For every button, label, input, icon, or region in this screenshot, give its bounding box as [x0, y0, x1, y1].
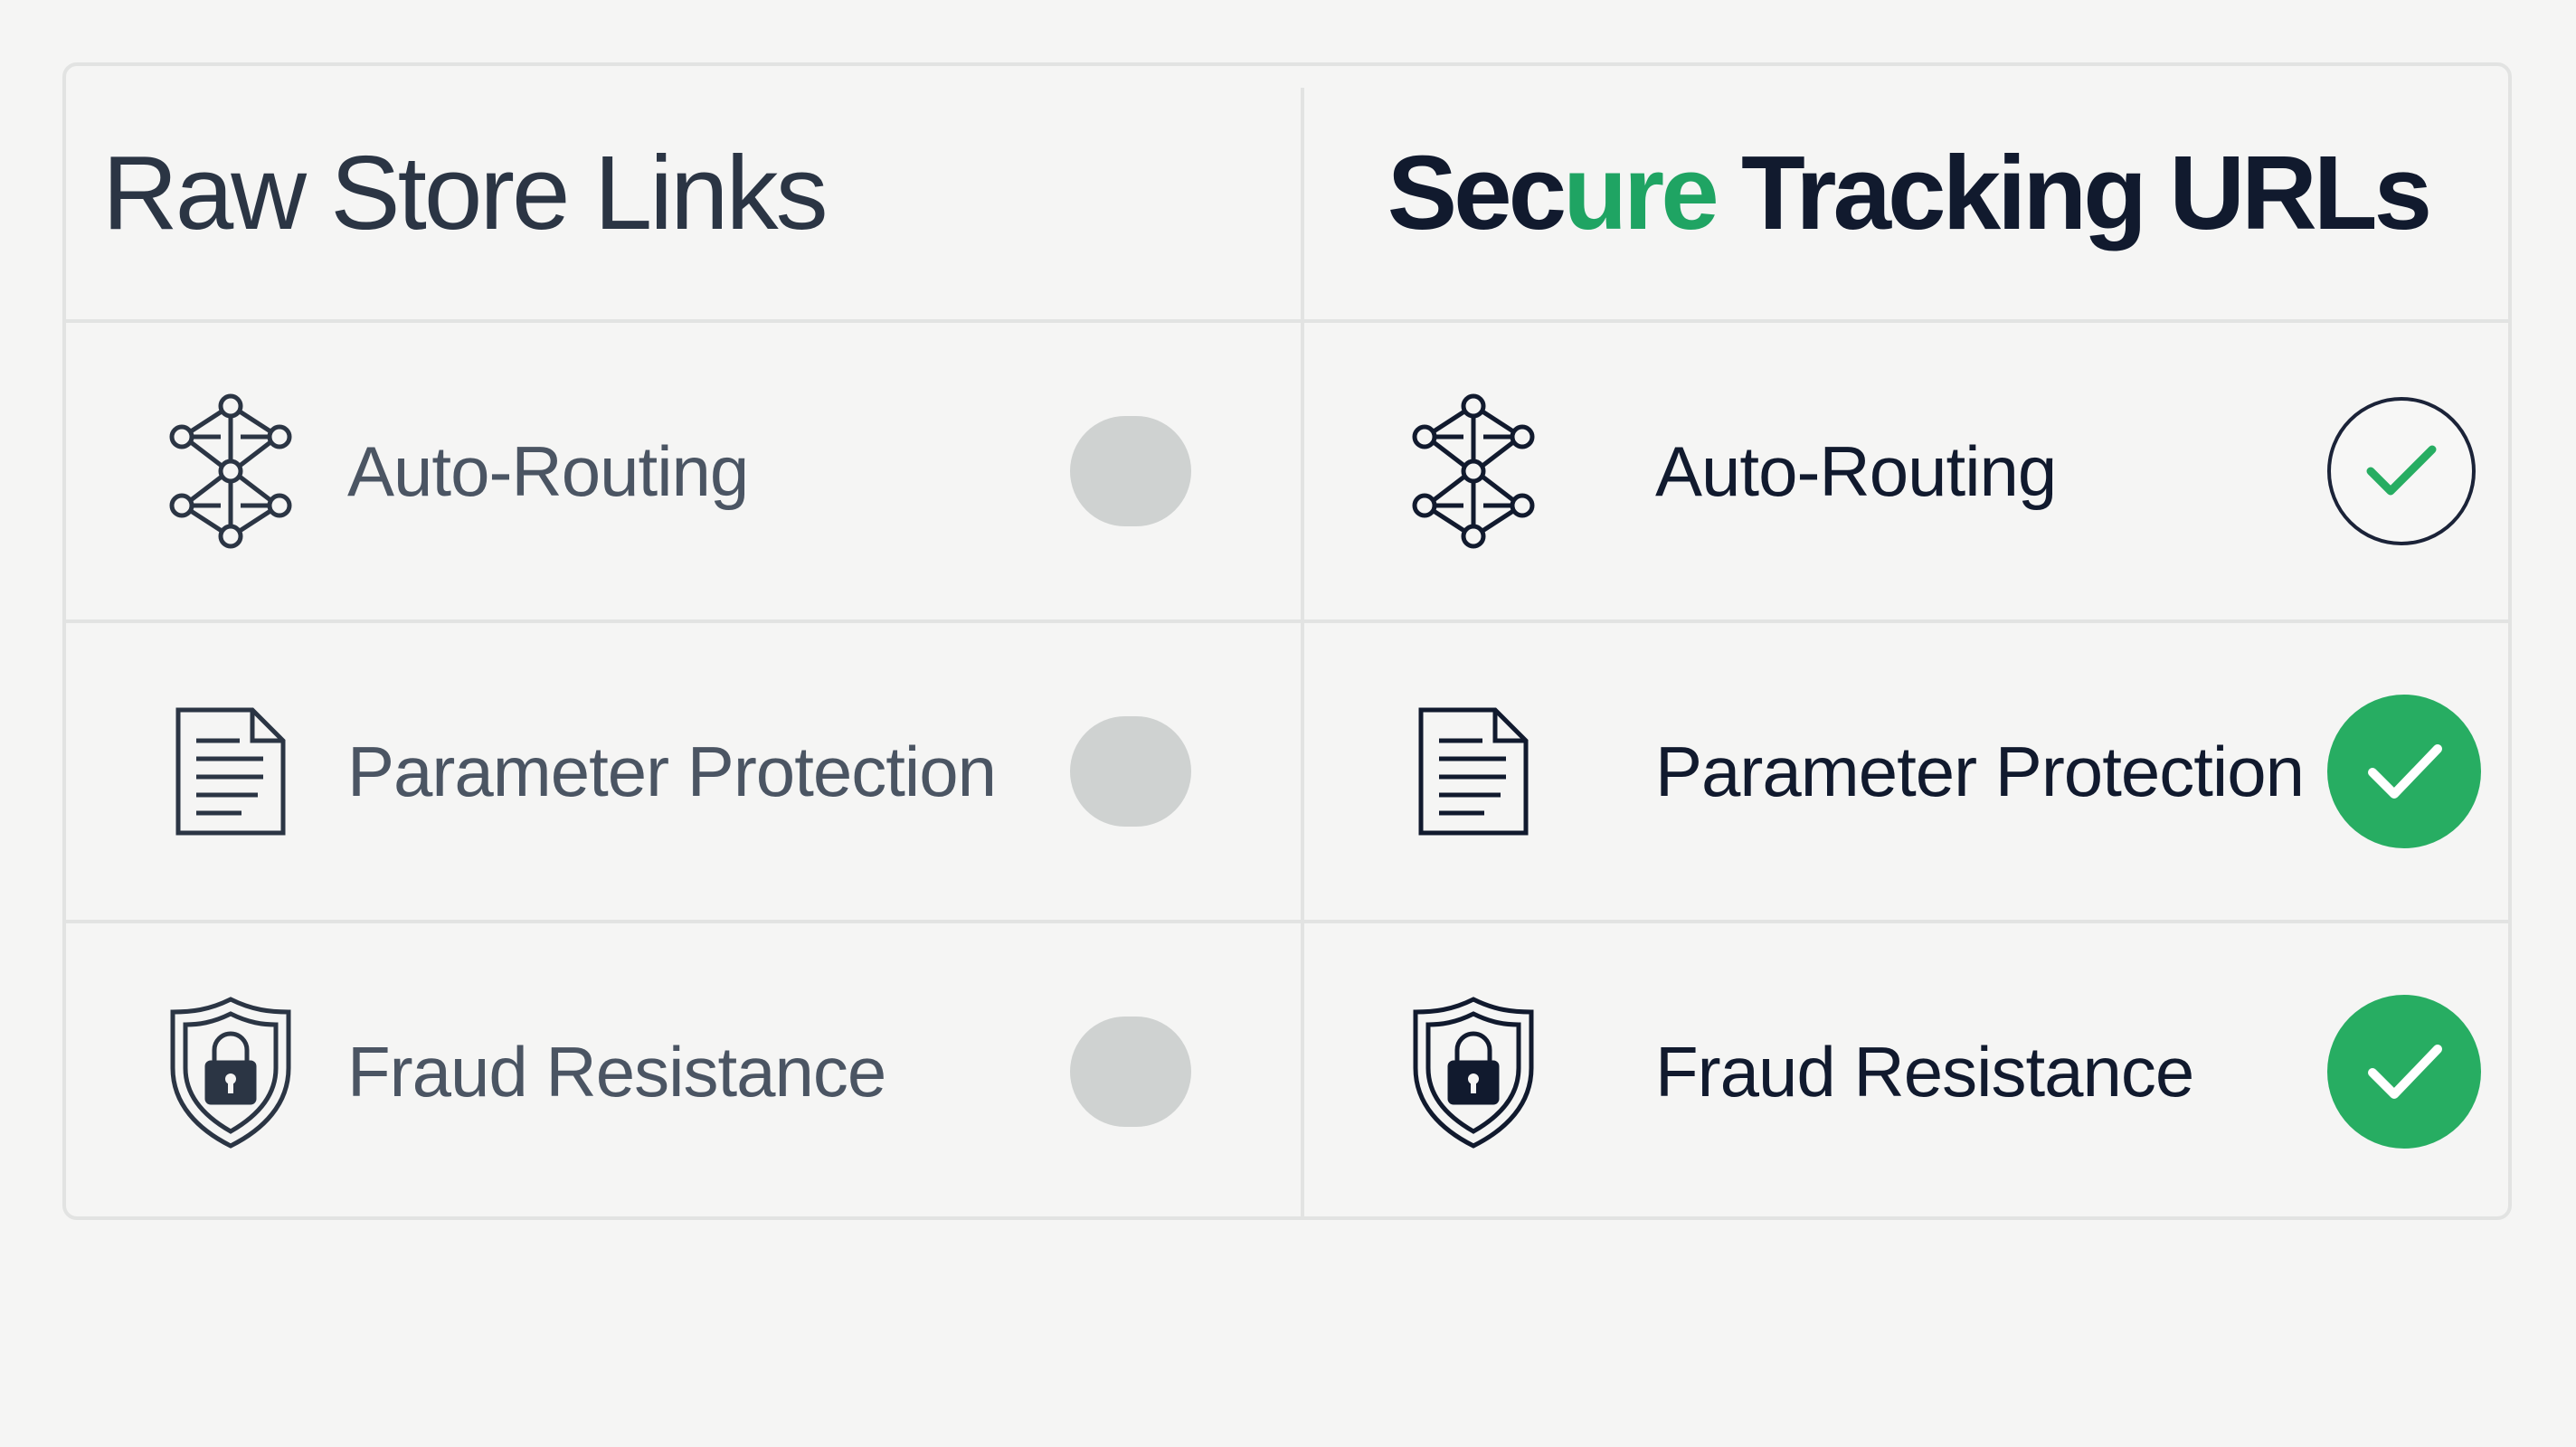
network-icon — [1406, 390, 1540, 553]
unavailable-indicator — [1070, 716, 1191, 827]
row-label: Fraud Resistance — [347, 1031, 886, 1111]
check-filled-icon — [2327, 995, 2481, 1149]
shield-lock-icon — [164, 990, 298, 1153]
network-icon — [164, 390, 298, 553]
row-label: Fraud Resistance — [1655, 1031, 2194, 1111]
right-row-parameter-protection: Parameter Protection — [1304, 623, 2508, 920]
check-outline-icon — [2327, 397, 2476, 545]
right-row-fraud-resistance: Fraud Resistance — [1304, 923, 2508, 1216]
check-filled-icon — [2327, 695, 2481, 848]
row-label: Auto-Routing — [347, 430, 749, 511]
left-row-fraud-resistance: Fraud Resistance — [66, 923, 1301, 1216]
shield-lock-icon — [1406, 990, 1540, 1153]
left-column-header: Raw Store Links — [66, 66, 1301, 319]
left-row-auto-routing: Auto-Routing — [66, 323, 1301, 619]
row-label: Parameter Protection — [347, 731, 997, 811]
unavailable-indicator — [1070, 416, 1191, 526]
row-label: Auto-Routing — [1655, 430, 2057, 511]
unavailable-indicator — [1070, 1017, 1191, 1127]
right-column-title: Secure Tracking URLs — [1387, 134, 2432, 251]
title-accent: ure — [1563, 134, 1719, 251]
left-row-parameter-protection: Parameter Protection — [66, 623, 1301, 920]
row-label: Parameter Protection — [1655, 731, 2305, 811]
comparison-table: Raw Store Links Secure Tracking URLs Aut… — [62, 62, 2512, 1220]
document-icon — [164, 690, 298, 853]
document-icon — [1406, 690, 1540, 853]
right-row-auto-routing: Auto-Routing — [1304, 323, 2508, 619]
right-column-header: Secure Tracking URLs — [1304, 66, 2508, 319]
left-column-title: Raw Store Links — [102, 134, 829, 251]
